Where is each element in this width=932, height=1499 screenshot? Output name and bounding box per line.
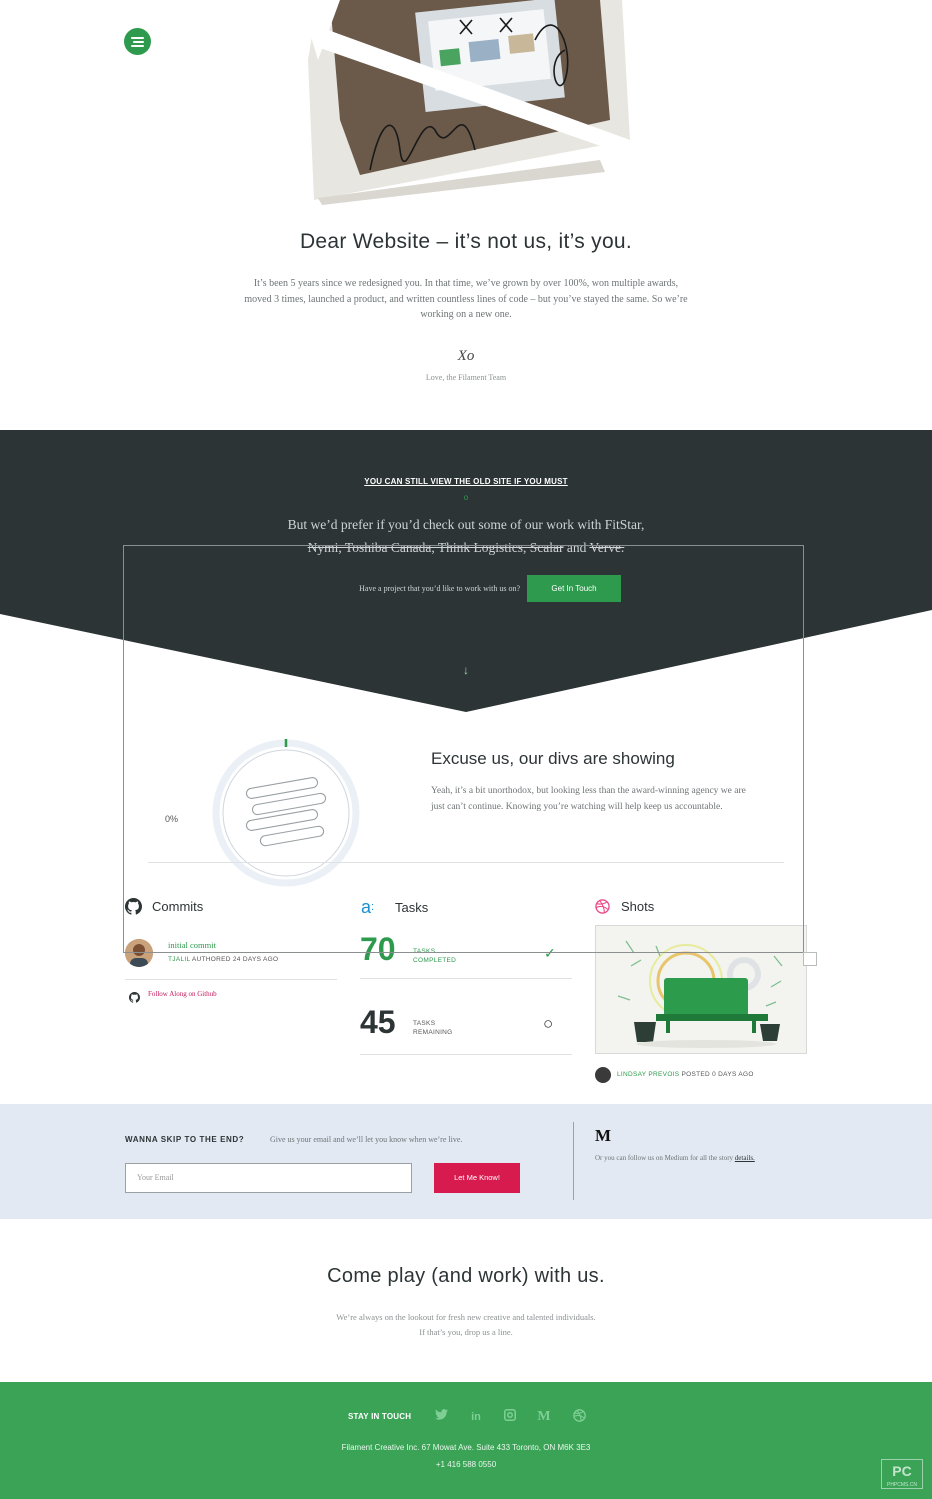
medium-logo-icon[interactable]: M bbox=[595, 1126, 611, 1146]
open-circle-icon: ○ bbox=[543, 1014, 554, 1033]
stay-in-touch-label: STAY IN TOUCH bbox=[348, 1412, 412, 1421]
medium-text: Or you can follow us on Medium for all t… bbox=[595, 1154, 755, 1163]
medium-text-body: Or you can follow us on Medium for all t… bbox=[595, 1154, 735, 1162]
old-site-dot: o bbox=[463, 493, 469, 502]
watermark-big: PC bbox=[892, 1463, 912, 1479]
company-phone[interactable]: +1 416 588 0550 bbox=[0, 1460, 932, 1469]
shot-author[interactable]: LINDSAY PREVOIS bbox=[617, 1071, 679, 1078]
prefer-line: But we’d prefer if you’d check out some … bbox=[287, 517, 645, 532]
tasks-divider bbox=[360, 978, 572, 979]
logo-stripe bbox=[133, 41, 144, 43]
filament-logo[interactable] bbox=[124, 28, 151, 55]
company-address: Filament Creative Inc. 67 Mowat Ave. Sui… bbox=[341, 1443, 591, 1452]
xo-signoff: Xo bbox=[457, 348, 475, 364]
old-site-link[interactable]: YOU CAN STILL VIEW THE OLD SITE IF YOU M… bbox=[0, 477, 932, 486]
newsletter-band bbox=[0, 1104, 932, 1219]
medium-icon[interactable]: M bbox=[536, 1409, 552, 1425]
commit-meta: TJALIL AUTHORED 24 DAYS AGO bbox=[168, 956, 278, 963]
commit-author[interactable]: TJALIL bbox=[168, 956, 190, 963]
tasks-remaining-label-bottom: REMAINING bbox=[413, 1029, 453, 1036]
tasks-remaining-label: TASKS REMAINING bbox=[413, 1019, 453, 1037]
newsletter-subtext: Give us your email and we’ll let you kno… bbox=[270, 1135, 463, 1144]
debug-overlay-frame bbox=[123, 545, 804, 953]
watermark-logo: PC PHPCMS.CN bbox=[881, 1459, 923, 1489]
avatar bbox=[595, 1067, 611, 1083]
email-field[interactable]: Your Email bbox=[125, 1163, 412, 1193]
careers-line-1: We’re always on the lookout for fresh ne… bbox=[336, 1312, 596, 1322]
hero-torn-photo bbox=[300, 0, 635, 205]
let-me-know-button[interactable]: Let Me Know! bbox=[434, 1163, 520, 1193]
careers-line-2[interactable]: If that’s you, drop us a line. bbox=[419, 1327, 512, 1337]
newsletter-divider bbox=[573, 1122, 574, 1200]
tasks-remaining-label-top: TASKS bbox=[413, 1020, 436, 1027]
twitter-icon[interactable] bbox=[433, 1409, 449, 1425]
logo-stripe bbox=[131, 45, 144, 47]
overlay-resize-handle[interactable] bbox=[803, 952, 817, 966]
medium-details-link[interactable]: details. bbox=[735, 1154, 755, 1162]
team-signature: Love, the Filament Team bbox=[425, 373, 507, 382]
tasks-completed-label-bottom: COMPLETED bbox=[413, 957, 457, 964]
dribbble-icon[interactable] bbox=[571, 1409, 587, 1425]
tasks-remaining-count: 45 bbox=[360, 1004, 396, 1040]
careers-title: Come play (and work) with us. bbox=[327, 1265, 605, 1287]
newsletter-heading: WANNA SKIP TO THE END? bbox=[125, 1135, 245, 1144]
footer bbox=[0, 1382, 932, 1499]
github-icon bbox=[129, 990, 140, 1003]
commit-divider bbox=[125, 979, 337, 980]
instagram-icon[interactable] bbox=[502, 1409, 518, 1425]
linkedin-icon[interactable]: in bbox=[468, 1409, 484, 1425]
hero-body: It’s been 5 years since we redesigned yo… bbox=[244, 278, 688, 320]
careers-body: We’re always on the lookout for fresh ne… bbox=[0, 1310, 932, 1340]
watermark-small: PHPCMS.CN bbox=[886, 1482, 917, 1488]
tasks-divider bbox=[360, 1054, 572, 1055]
commit-meta-suffix: AUTHORED 24 DAYS AGO bbox=[190, 956, 279, 963]
hero-title: Dear Website – it’s not us, it’s you. bbox=[299, 230, 633, 253]
follow-github-link[interactable]: Follow Along on Github bbox=[148, 990, 217, 998]
shot-meta: LINDSAY PREVOIS POSTED 0 DAYS AGO bbox=[617, 1071, 754, 1078]
logo-stripe bbox=[131, 37, 144, 39]
shot-meta-suffix: POSTED 0 DAYS AGO bbox=[679, 1071, 754, 1078]
